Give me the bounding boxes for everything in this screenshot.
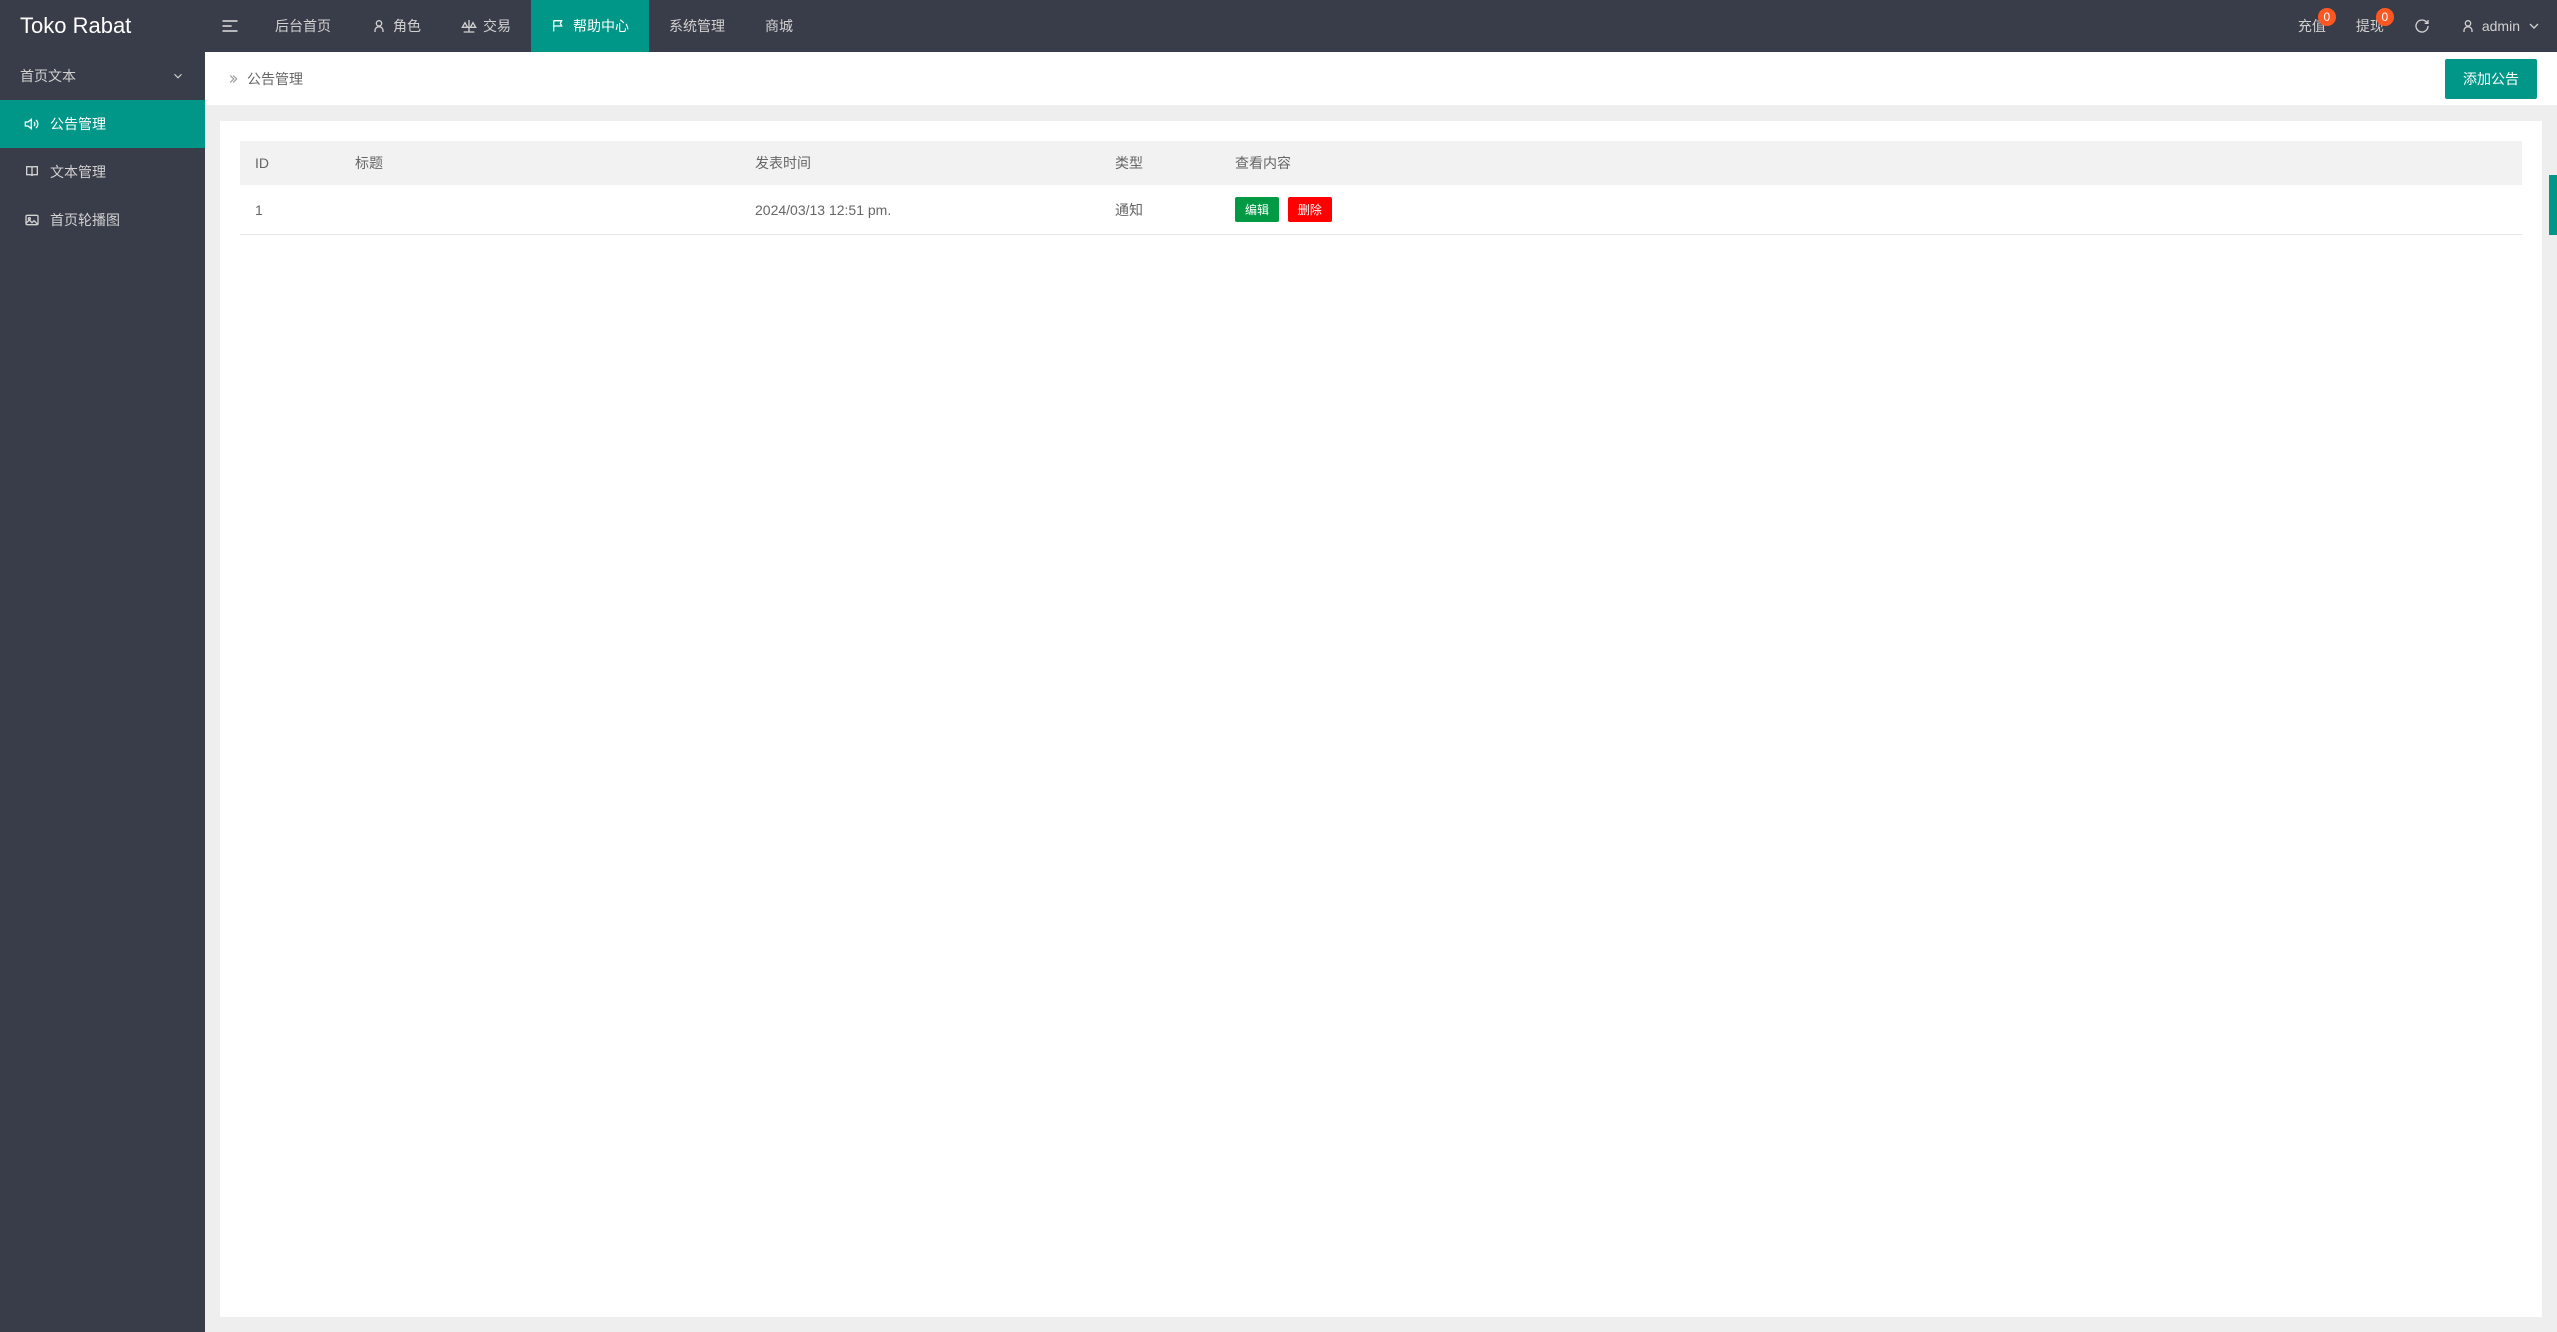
content-area: 公告管理 添加公告 ID 标题 发表时间 类型 查看内容 1 [205, 52, 2557, 1332]
sidebar-item-label: 首页轮播图 [50, 210, 120, 230]
cell-actions: 编辑 删除 [1220, 185, 2522, 235]
sidebar-item-carousel[interactable]: 首页轮播图 [0, 196, 205, 244]
sidebar-group-homepage-text[interactable]: 首页文本 [0, 52, 205, 100]
top-header: Toko Rabat 后台首页 角色 交易 帮助中心 系统管理 商城 充值 0 [0, 0, 2557, 52]
sidebar-item-label: 公告管理 [50, 114, 106, 134]
speaker-icon [24, 116, 40, 132]
top-nav: 后台首页 角色 交易 帮助中心 系统管理 商城 [255, 0, 813, 52]
cell-title [340, 185, 740, 235]
header-right: 充值 0 提现 0 admin [2283, 0, 2557, 52]
withdraw-badge: 0 [2376, 8, 2394, 26]
menu-icon [220, 16, 240, 36]
col-publish-time: 发表时间 [740, 141, 1100, 185]
sidebar: 首页文本 公告管理 文本管理 首页轮播图 [0, 52, 205, 1332]
nav-label: 角色 [393, 16, 421, 36]
nav-item-dashboard[interactable]: 后台首页 [255, 0, 351, 52]
flag-icon [551, 18, 567, 34]
cell-publish-time: 2024/03/13 12:51 pm. [740, 185, 1100, 235]
announcement-table: ID 标题 发表时间 类型 查看内容 1 2024/03/13 12:51 pm… [240, 141, 2522, 235]
refresh-button[interactable] [2399, 0, 2445, 52]
breadcrumb-title: 公告管理 [247, 69, 303, 89]
image-icon [24, 212, 40, 228]
col-type: 类型 [1100, 141, 1220, 185]
nav-label: 系统管理 [669, 16, 725, 36]
cell-id: 1 [240, 185, 340, 235]
chevron-down-icon [2526, 18, 2542, 34]
edit-button[interactable]: 编辑 [1235, 197, 1279, 222]
nav-label: 帮助中心 [573, 16, 629, 36]
cell-type: 通知 [1100, 185, 1220, 235]
col-title: 标题 [340, 141, 740, 185]
nav-item-mall[interactable]: 商城 [745, 0, 813, 52]
chevron-down-icon [171, 69, 185, 83]
book-icon [24, 164, 40, 180]
table-header-row: ID 标题 发表时间 类型 查看内容 [240, 141, 2522, 185]
recharge-link[interactable]: 充值 0 [2283, 0, 2341, 52]
col-view-content: 查看内容 [1220, 141, 2522, 185]
user-label: admin [2482, 18, 2520, 34]
nav-item-role[interactable]: 角色 [351, 0, 441, 52]
table-row: 1 2024/03/13 12:51 pm. 通知 编辑 删除 [240, 185, 2522, 235]
body-container: 首页文本 公告管理 文本管理 首页轮播图 公告管理 添加公告 [0, 52, 2557, 1332]
nav-label: 交易 [483, 16, 511, 36]
breadcrumb-bar: 公告管理 添加公告 [205, 52, 2557, 106]
withdraw-link[interactable]: 提现 0 [2341, 0, 2399, 52]
sidebar-group-label: 首页文本 [20, 66, 76, 86]
sidebar-item-label: 文本管理 [50, 162, 106, 182]
add-announcement-button[interactable]: 添加公告 [2445, 59, 2537, 99]
scrollbar-thumb[interactable] [2549, 175, 2557, 235]
scale-icon [461, 18, 477, 34]
user-menu[interactable]: admin [2445, 0, 2557, 52]
nav-item-help-center[interactable]: 帮助中心 [531, 0, 649, 52]
delete-button[interactable]: 删除 [1288, 197, 1332, 222]
col-id: ID [240, 141, 340, 185]
nav-label: 商城 [765, 16, 793, 36]
user-icon [371, 18, 387, 34]
sidebar-item-text-manage[interactable]: 文本管理 [0, 148, 205, 196]
sidebar-item-announcement[interactable]: 公告管理 [0, 100, 205, 148]
nav-item-system[interactable]: 系统管理 [649, 0, 745, 52]
breadcrumb: 公告管理 [225, 69, 303, 89]
chevron-right-icon [225, 72, 239, 86]
user-icon [2460, 18, 2476, 34]
nav-label: 后台首页 [275, 16, 331, 36]
menu-toggle-button[interactable] [205, 0, 255, 52]
main-panel: ID 标题 发表时间 类型 查看内容 1 2024/03/13 12:51 pm… [220, 121, 2542, 1317]
recharge-badge: 0 [2318, 8, 2336, 26]
app-logo[interactable]: Toko Rabat [0, 13, 205, 39]
refresh-icon [2414, 18, 2430, 34]
nav-item-transaction[interactable]: 交易 [441, 0, 531, 52]
